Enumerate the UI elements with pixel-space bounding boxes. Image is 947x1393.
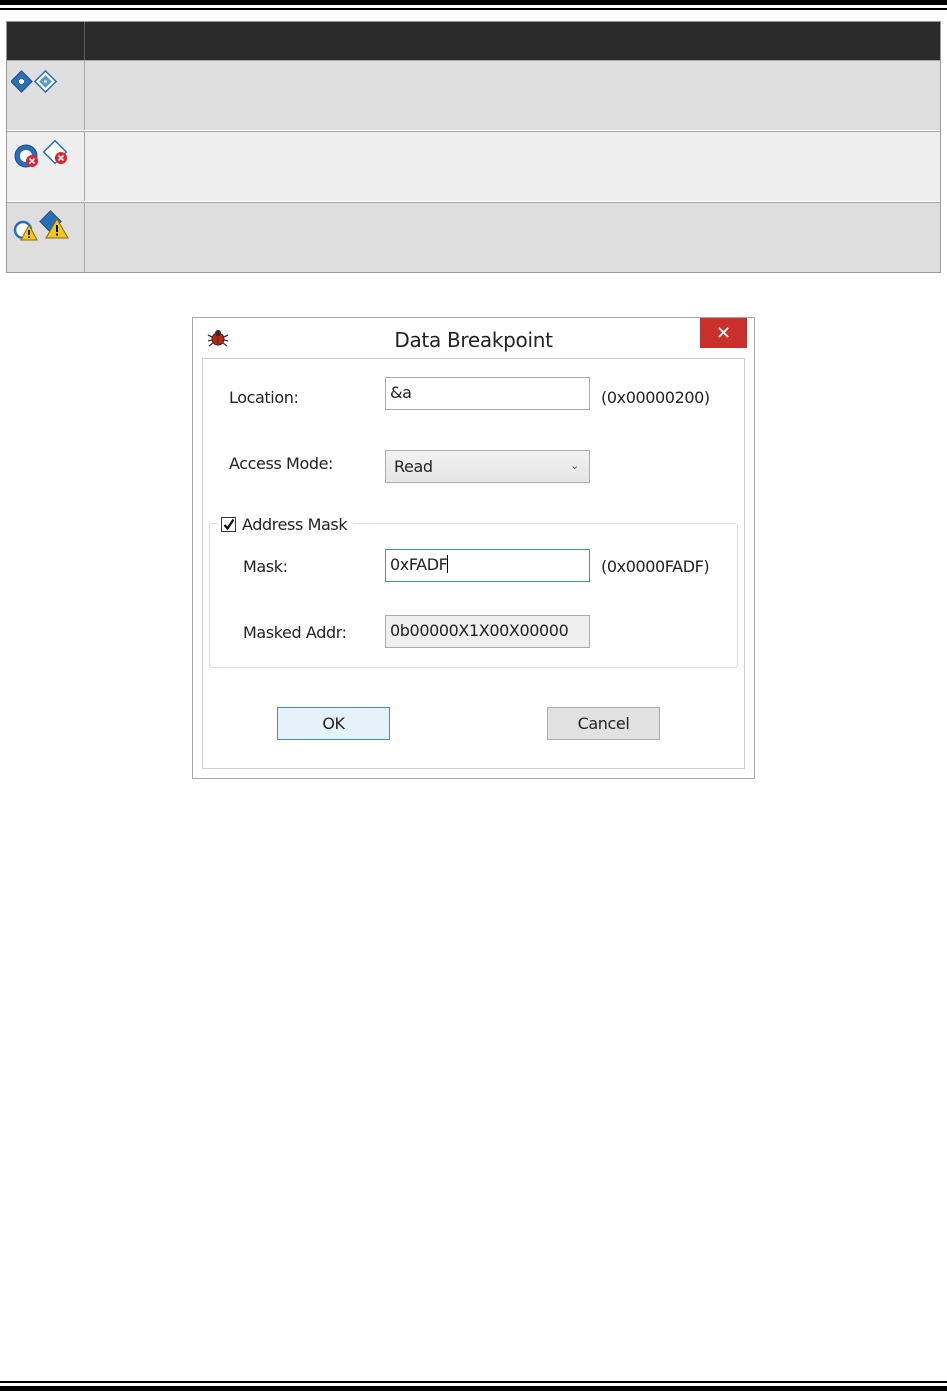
location-label: Location: [229, 388, 299, 407]
legend-row-enabled [7, 60, 940, 130]
access-mode-selected: Read [394, 457, 433, 476]
dialog-titlebar[interactable]: Data Breakpoint ✕ [193, 318, 754, 358]
location-value: &a [390, 383, 412, 402]
dialog-title: Data Breakpoint [394, 328, 553, 352]
checkmark-icon [223, 518, 235, 530]
legend-table-header [7, 22, 940, 60]
address-mask-checkbox[interactable] [221, 516, 236, 532]
dialog-content: Location: &a (0x00000200) Access Mode: R… [202, 358, 745, 769]
masked-addr-value: 0b00000X1X00X00000 [390, 621, 569, 640]
breakpoint-error-icon [14, 144, 38, 168]
header-column-divider [84, 22, 85, 60]
breakpoint-enabled-icon [10, 70, 33, 93]
icon-cell [11, 210, 77, 244]
access-mode-label: Access Mode: [229, 454, 334, 473]
data-breakpoint-enabled-icon [33, 69, 58, 94]
data-breakpoint-warning-icon [39, 210, 69, 239]
location-resolved-address: (0x00000200) [601, 388, 710, 407]
masked-addr-label: Masked Addr: [243, 623, 347, 642]
mask-label: Mask: [243, 557, 288, 576]
legend-row-warning [7, 202, 940, 272]
mask-resolved-value: (0x0000FADF) [601, 557, 710, 576]
legend-row-error [7, 131, 940, 201]
column-divider [84, 132, 85, 201]
page-rule-bottom-thin [0, 1381, 947, 1383]
breakpoint-warning-icon [13, 220, 38, 241]
access-mode-select[interactable]: Read ⌄ [385, 450, 590, 483]
column-divider [84, 61, 85, 130]
ok-button[interactable]: OK [277, 707, 390, 740]
address-mask-label: Address Mask [242, 514, 348, 534]
location-input[interactable]: &a [385, 377, 590, 410]
close-icon: ✕ [715, 323, 732, 343]
chevron-down-icon: ⌄ [570, 459, 579, 472]
address-mask-header[interactable]: Address Mask [217, 513, 354, 535]
icon-cell [11, 139, 77, 173]
legend-description [93, 211, 932, 261]
cancel-button[interactable]: Cancel [547, 707, 660, 740]
icon-legend-table [6, 21, 941, 273]
data-breakpoint-dialog: Data Breakpoint ✕ Location: &a (0x000002… [192, 317, 755, 779]
column-divider [84, 203, 85, 272]
mask-value: 0xFADF [390, 555, 448, 574]
text-caret [447, 555, 449, 573]
mask-input[interactable]: 0xFADF [385, 549, 590, 582]
legend-description [93, 140, 932, 190]
icon-cell [10, 68, 77, 102]
data-breakpoint-error-icon [42, 139, 68, 165]
masked-addr-field: 0b00000X1X00X00000 [385, 615, 590, 648]
page-rule-bottom-thick [0, 1386, 947, 1391]
legend-description [93, 69, 932, 119]
close-button[interactable]: ✕ [700, 318, 747, 348]
page-rule-top-thick [0, 0, 947, 5]
page-rule-top-thin [0, 8, 947, 10]
